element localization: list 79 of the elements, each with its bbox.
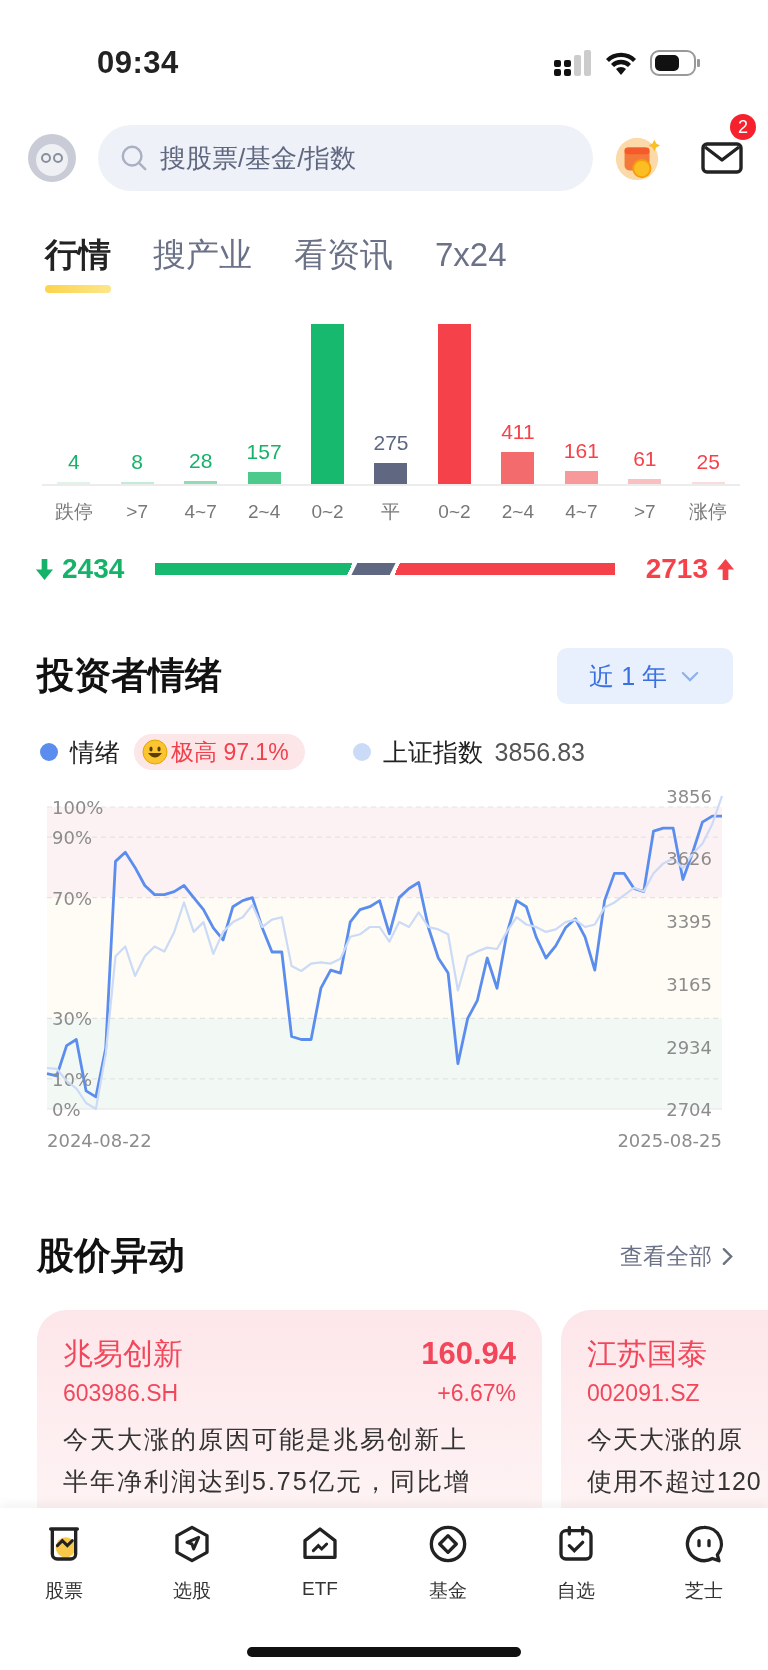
up-arrow-icon <box>716 558 735 580</box>
view-all-link[interactable]: 查看全部 <box>620 1240 733 1272</box>
stock-description: 今天大涨的原因可能是兆易创新上 半年净利润达到5.75亿元，同比增 <box>63 1424 472 1497</box>
axis-label: 70% <box>52 887 92 909</box>
section-title: 股价异动 <box>37 1234 185 1278</box>
notification-badge: 2 <box>730 114 756 140</box>
bar-label: >7 <box>633 500 656 524</box>
tab[interactable]: 7x24 <box>435 235 507 295</box>
stock-card[interactable]: 兆易创新 160.94 603986.SH +6.67% 今天大涨的原因可能是兆易创新上 半年净利润达到5.75亿元，同比增 <box>37 1310 542 1510</box>
smiley-icon <box>142 739 168 765</box>
compass-icon <box>172 1524 212 1564</box>
bar-value: 25 <box>696 450 720 474</box>
bar-label: >7 <box>126 500 148 524</box>
bar-value: 157 <box>246 439 282 464</box>
chat-icon <box>684 1524 724 1564</box>
nav-tab[interactable]: 选股 <box>128 1508 256 1616</box>
bar-label: 涨停 <box>689 500 728 524</box>
stock-name: 江苏国泰 <box>587 1336 707 1372</box>
axis-label: 2024-08-22 <box>47 1130 152 1153</box>
axis-label: 100% <box>52 797 104 818</box>
bar-value: 161 <box>563 439 599 464</box>
avatar-icon[interactable] <box>27 133 77 183</box>
advance-count: 2713 <box>645 553 708 585</box>
tab[interactable]: 看资讯 <box>294 235 393 295</box>
bar-label: 4~7 <box>565 500 598 524</box>
tab[interactable]: 行情 <box>45 235 111 295</box>
axis-label: 3165 <box>666 973 712 995</box>
bar-value: 4 <box>67 450 80 474</box>
tab[interactable]: 搜产业 <box>153 235 252 295</box>
bar-label: 2~4 <box>501 500 534 524</box>
section-title: 投资者情绪 <box>37 654 222 698</box>
chevron-right-icon <box>722 1246 733 1266</box>
search-field[interactable]: 搜股票/基金/指数 <box>98 125 593 191</box>
chevron-down-icon <box>681 670 699 682</box>
bar-value: 275 <box>373 430 409 455</box>
sentiment-badge: 极高 97.1% <box>134 734 305 770</box>
axis-label: 0% <box>52 1099 81 1118</box>
calendar-check-icon <box>556 1524 596 1564</box>
axis-label: 2025-08-25 <box>617 1130 722 1153</box>
axis-label: 3395 <box>666 911 712 933</box>
stock-code: 002091.SZ <box>587 1379 700 1408</box>
stock-card[interactable]: 江苏国泰 002091.SZ 今天大涨的原 使用不超过120 <box>561 1310 768 1510</box>
bar-label: 2~4 <box>247 500 281 524</box>
axis-label: 3856 <box>666 788 712 807</box>
axis-label: 2704 <box>666 1099 712 1118</box>
axis-label: 2934 <box>666 1036 712 1058</box>
wifi-icon <box>604 51 638 75</box>
signal-icon <box>554 50 592 76</box>
decline-count: 2434 <box>62 553 125 585</box>
nav-tab[interactable]: 芝士 <box>640 1508 768 1616</box>
nav-tab[interactable]: ETF <box>256 1508 384 1616</box>
index-value: 3856.83 <box>494 737 585 767</box>
status-time: 09:34 <box>97 45 179 81</box>
stock-code: 603986.SH <box>63 1379 179 1408</box>
axis-label: 30% <box>52 1008 92 1030</box>
legend-label: 情绪 <box>70 736 120 768</box>
down-arrow-icon <box>35 558 54 580</box>
bar-value: 28 <box>188 448 213 473</box>
mail-icon[interactable] <box>700 140 744 176</box>
bar-label: 跌停 <box>54 500 93 524</box>
bar-value: 411 <box>501 420 535 444</box>
bar-label: 平 <box>381 500 401 524</box>
axis-label: 90% <box>52 827 92 849</box>
price-change: +6.67% <box>437 1379 516 1408</box>
bar-label: 0~2 <box>438 500 471 524</box>
nav-tab[interactable]: 基金 <box>384 1508 512 1616</box>
stock-price: 160.94 <box>421 1336 516 1372</box>
bar-label: 4~7 <box>184 500 217 524</box>
bar-value: 61 <box>633 447 657 472</box>
legend-label: 上证指数 <box>382 736 483 768</box>
stock-description: 今天大涨的原 使用不超过120 <box>587 1424 763 1497</box>
battery-icon <box>650 50 700 76</box>
nav-tab[interactable]: 自选 <box>512 1508 640 1616</box>
bar-label: 0~2 <box>311 500 344 524</box>
bar-value: 8 <box>131 450 143 474</box>
stock-name: 兆易创新 <box>63 1336 183 1372</box>
period-dropdown[interactable]: 近 1 年 <box>557 648 733 704</box>
nav-tab[interactable]: 股票 <box>0 1508 128 1616</box>
search-icon <box>120 144 148 172</box>
